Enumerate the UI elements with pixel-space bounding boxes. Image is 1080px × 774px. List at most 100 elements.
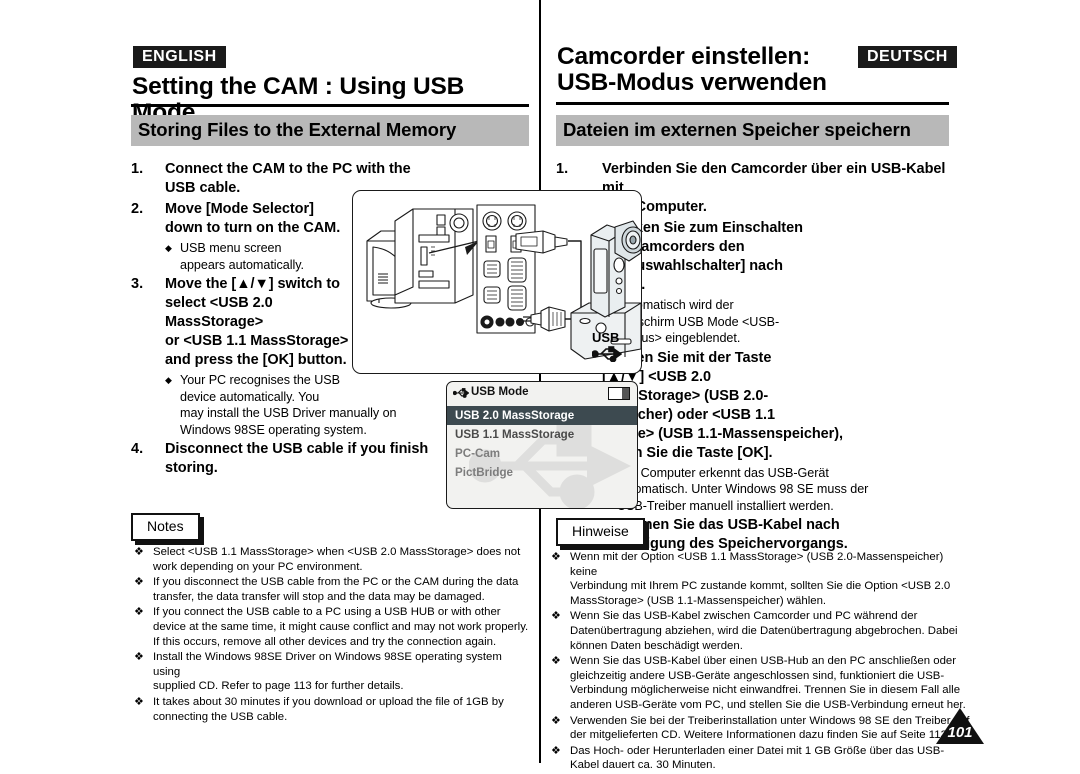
notes-label-english: Notes: [131, 513, 200, 541]
step-number: 4.: [131, 441, 144, 457]
lcd-menu-item[interactable]: PictBridge: [447, 463, 637, 482]
note-item: Install the Windows 98SE Driver on Windo…: [131, 650, 531, 694]
chapter-title-german: Camcorder einstellen: USB-Modus verwende…: [557, 44, 857, 96]
note-line: der mitgelieferten CD. Weitere Informati…: [570, 729, 951, 742]
note-item: Wenn Sie das USB-Kabel über einen USB-Hu…: [548, 654, 973, 712]
note-line: device at the same time, it might cause …: [153, 620, 529, 633]
step-line: Verbinden Sie den Camcorder über ein USB…: [602, 161, 946, 196]
step-text: Verbinden Sie den Camcorder über ein USB…: [602, 160, 956, 217]
step-subnote: Der Computer erkennt das USB-Gerät automa…: [602, 465, 956, 515]
note-item: Wenn mit der Option <USB 1.1 MassStorage…: [548, 550, 973, 608]
lcd-usb-mode-screen: USB Mode USB 2.0 MassStorage USB 1.1 Mass…: [446, 381, 638, 509]
step-line: Disconnect the USB cable if you finish: [165, 441, 429, 457]
lcd-menu-item[interactable]: PC-Cam: [447, 444, 637, 463]
step-subnote-line: Automatisch wird der: [617, 298, 734, 312]
note-line: connecting the USB cable.: [153, 710, 288, 723]
step-subnote-line: Windows 98SE operating system.: [180, 422, 367, 437]
lcd-title: USB Mode: [471, 386, 529, 398]
language-badge-english: ENGLISH: [133, 46, 226, 68]
step-line: [Moduswahlschalter] nach: [602, 258, 783, 274]
step-subnote: Your PC recognises the USB device automat…: [165, 372, 441, 438]
notes-label-german: Hinweise: [556, 518, 645, 546]
step-line: dem Computer.: [602, 199, 707, 215]
note-line: Kabel dauert ca. 30 Minuten.: [570, 759, 716, 772]
step-subnote-line: device automatically. You: [180, 389, 320, 404]
language-badge-german: DEUTSCH: [858, 46, 957, 68]
note-item: Wenn Sie das USB-Kabel zwischen Camcorde…: [548, 609, 973, 653]
title-rule-english: [131, 104, 529, 107]
note-line: Install the Windows 98SE Driver on Windo…: [153, 651, 502, 678]
note-line: können Daten beschädigt werden.: [570, 639, 743, 652]
notes-list-english: Select <USB 1.1 MassStorage> when <USB 2…: [131, 545, 531, 725]
note-line: transfer, the data transfer will stop an…: [153, 590, 485, 603]
note-line: Verbindung möglicherweise nicht einwandf…: [570, 684, 961, 697]
battery-icon: [608, 387, 630, 400]
note-item: Select <USB 1.1 MassStorage> when <USB 2…: [131, 545, 531, 574]
pc-tower-icon: [394, 208, 474, 304]
section-title-german: Dateien im externen Speicher speichern: [556, 115, 949, 146]
note-line: Select <USB 1.1 MassStorage> when <USB 2…: [153, 546, 521, 558]
step-line: MassStorage> (USB 2.0-: [602, 387, 769, 404]
note-line: Das Hoch- oder Herunterladen einer Datei…: [570, 744, 945, 757]
usb-trident-icon: [592, 346, 622, 362]
note-line: anderen USB-Geräte vom PC, und stellen S…: [570, 698, 966, 711]
step-item: 4. Disconnect the USB cable if you finish…: [131, 440, 441, 478]
step-subnote-line: automatisch. Unter Windows 98 SE muss de…: [617, 482, 869, 496]
lcd-menu-item[interactable]: USB 1.1 MassStorage: [447, 425, 637, 444]
step-line: Drücken Sie zum Einschalten: [602, 220, 803, 236]
note-line: Verwenden Sie bei der Treiberinstallatio…: [570, 714, 970, 727]
note-item: It takes about 30 minutes if you downloa…: [131, 695, 531, 724]
step-subnote-line: Your PC recognises the USB: [180, 373, 340, 387]
step-number: 1.: [556, 161, 569, 177]
step-text: Wählen Sie mit der Taste [▲/▼] <USB 2.0 Ma…: [556, 349, 956, 515]
step-subnote-line: Bildschirm USB Mode <USB-: [617, 314, 780, 329]
step-text: Entfernen Sie das USB-Kabel nach Beendigu…: [602, 516, 956, 554]
note-line: It takes about 30 minutes if you downloa…: [153, 695, 504, 708]
step-line: unten.: [602, 276, 956, 295]
chapter-title-german-line1: Camcorder einstellen:: [557, 43, 811, 70]
step-number: 1.: [131, 161, 144, 177]
page-number: 101: [947, 724, 973, 741]
lcd-menu-item[interactable]: USB 2.0 MassStorage: [447, 406, 637, 425]
step-subnote-line: Modus> eingeblendet.: [617, 331, 741, 345]
page-number-badge: 101: [936, 708, 984, 748]
step-subnote: Automatisch wird der Bildschirm USB Mode …: [602, 297, 956, 347]
step-number: 2.: [131, 201, 144, 217]
step-text: Disconnect the USB cable if you finish st…: [165, 440, 441, 478]
io-port-panel: [476, 204, 536, 334]
note-item: If you disconnect the USB cable from the…: [131, 575, 531, 604]
note-line: If you connect the USB cable to a PC usi…: [153, 606, 501, 619]
note-line: work depending on your PC environment.: [153, 560, 363, 573]
step-text: Drücken Sie zum Einschalten des Camcorder…: [602, 219, 956, 347]
notes-list-german: Wenn mit der Option <USB 1.1 MassStorage…: [548, 550, 973, 774]
note-line: MassStorage> (USB 1.1-Massenspeicher) wä…: [570, 594, 827, 607]
step-line: Wählen Sie mit der Taste: [602, 349, 772, 366]
note-item: If you connect the USB cable to a PC usi…: [131, 605, 531, 649]
step-subnote-line: may install the USB Driver manually on: [180, 406, 397, 420]
note-line: Wenn Sie das USB-Kabel zwischen Camcorde…: [570, 610, 918, 623]
title-rule-german: [556, 102, 949, 105]
step-line: des Camcorders den: [602, 239, 745, 255]
usb-icon: [453, 388, 469, 398]
note-line: supplied CD. Refer to page 113 for furth…: [153, 680, 404, 693]
step-number: 3.: [131, 276, 144, 292]
lcd-menu-items[interactable]: USB 2.0 MassStorage USB 1.1 MassStorage PC…: [447, 406, 637, 482]
step-line: storing.: [165, 460, 218, 476]
note-line: Verbindung mit Ihrem PC zustande kommt, …: [570, 580, 951, 593]
note-line: Wenn Sie das USB-Kabel über einen USB-Hu…: [570, 655, 957, 668]
note-item: Das Hoch- oder Herunterladen einer Datei…: [548, 744, 973, 773]
note-line: Wenn mit der Option <USB 1.1 MassStorage…: [570, 551, 944, 578]
step-line: [▲/▼] <USB 2.0: [602, 368, 711, 385]
note-line: If you disconnect the USB cable from the…: [153, 576, 519, 589]
chapter-title-german-line2: USB-Modus verwenden: [557, 69, 827, 96]
step-subnote-line: USB-Treiber manuell installiert werden.: [617, 498, 834, 513]
manual-page: ENGLISH Setting the CAM : Using USB Mode…: [0, 0, 1080, 771]
usb-port-label: USB: [592, 330, 620, 345]
section-title-english: Storing Files to the External Memory: [131, 115, 529, 146]
step-subnote-line: Der Computer erkennt das USB-Gerät: [617, 465, 829, 480]
note-line: If this occurs, remove all other devices…: [153, 635, 497, 648]
step-line: Entfernen Sie das USB-Kabel nach: [602, 517, 840, 533]
lcd-header: USB Mode: [447, 382, 637, 404]
note-line: Datenübertragung abziehen, wird die Date…: [570, 624, 958, 637]
note-line: gleichzeitig andere USB-Geräte angeschlo…: [570, 669, 945, 682]
